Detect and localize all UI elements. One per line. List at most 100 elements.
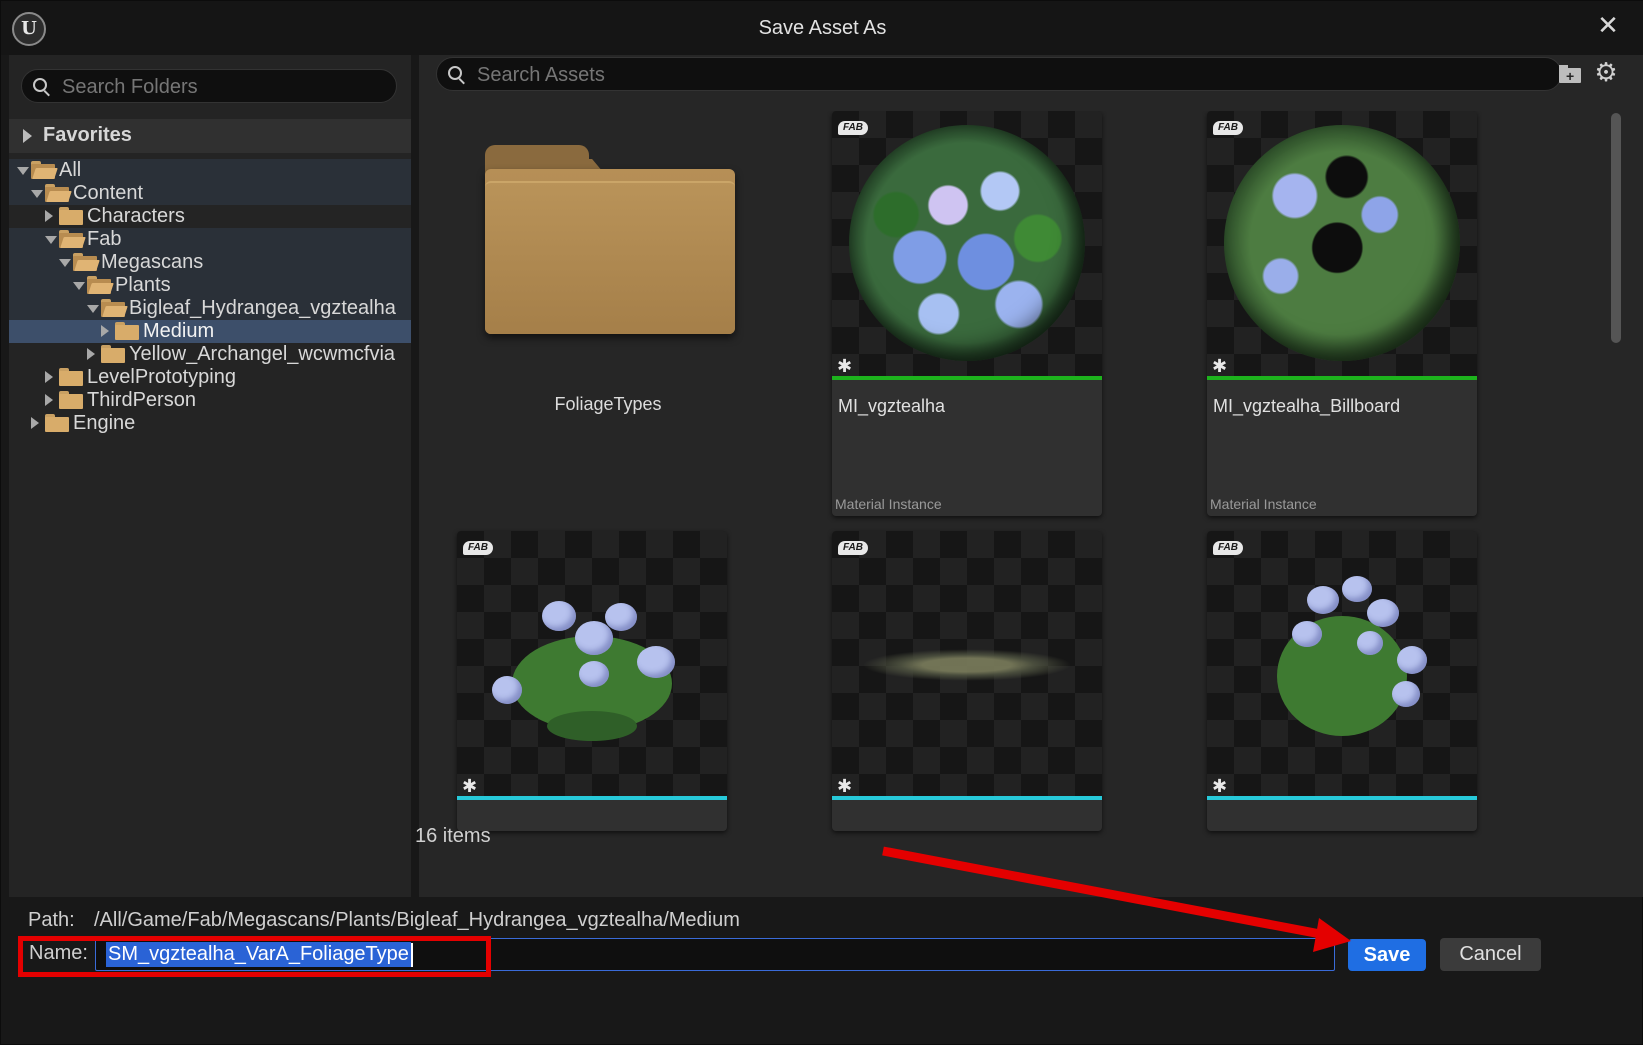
asset-type-color-strip [1207,376,1477,380]
chevron-down-icon[interactable] [59,259,71,267]
folder-icon [59,391,83,409]
folder-icon [45,414,69,432]
folder-search-input[interactable] [62,74,382,100]
asset-panel: + ⚙ FoliageTypes FAB ✱ MI_vgztealha Mate… [415,55,1643,897]
hydrangea-bush-preview [457,531,727,796]
asset-search-input[interactable] [477,62,1537,88]
asset-thumbnail: FAB ✱ [832,111,1102,376]
folder-icon [485,145,735,334]
search-icon [448,66,466,85]
asset-type-color-strip [832,796,1102,800]
asset-name: MI_vgztealha_Billboard [1213,396,1401,416]
asset-tile[interactable]: FAB ✱ MI_vgztealha_Billboard Material In… [1207,111,1477,516]
close-icon[interactable]: ✕ [1594,11,1622,39]
tree-item-label: Megascans [101,251,204,273]
asset-tile[interactable]: FAB ✱ MI_vgztealha Material Instance [832,111,1102,516]
add-folder-icon[interactable]: + [1558,63,1584,85]
folder-tile[interactable]: FoliageTypes [473,111,743,516]
open-folder-icon [87,276,114,294]
tree-item-label: All [59,159,82,181]
folder-panel: Favorites AllContentCharactersFabMegasca… [9,55,411,897]
expand-arrow-icon[interactable] [23,129,32,143]
chevron-down-icon[interactable] [73,282,85,290]
ground-cover-preview [862,649,1072,681]
asset-tile[interactable]: FAB ✱ [832,531,1102,831]
material-sphere-preview [849,125,1085,361]
folder-icon [59,368,83,386]
asset-thumbnail: FAB ✱ [1207,111,1477,376]
chevron-right-icon[interactable] [31,417,39,429]
title-bar: U Save Asset As ✕ [1,1,1643,55]
settings-gear-icon[interactable]: ⚙ [1593,59,1619,85]
tree-item[interactable]: Megascans [9,251,411,274]
asset-search-box[interactable] [436,57,1562,91]
chevron-right-icon[interactable] [45,210,53,222]
tree-item[interactable]: Engine [9,412,411,435]
tree-item[interactable]: Content [9,182,411,205]
tree-item[interactable]: ThirdPerson [9,389,411,412]
open-folder-icon [73,253,100,271]
save-asset-dialog: U Save Asset As ✕ Favorites AllContentCh… [0,0,1643,1045]
asset-type-label: Material Instance [1210,496,1317,512]
tree-item[interactable]: LevelPrototyping [9,366,411,389]
chevron-down-icon[interactable] [87,305,99,313]
dialog-title: Save Asset As [758,17,887,39]
asterisk-icon: ✱ [1212,776,1228,796]
chevron-down-icon[interactable] [17,167,29,175]
asset-tile[interactable]: FAB ✱ [1207,531,1477,831]
asset-thumbnail: FAB ✱ [1207,531,1477,796]
tree-item-label: Fab [87,228,122,250]
asterisk-icon: ✱ [1212,356,1228,376]
asset-type-color-strip [457,796,727,800]
tree-item[interactable]: All [9,159,411,182]
tree-item[interactable]: Yellow_Archangel_wcwmcfvia [9,343,411,366]
fab-badge-icon: FAB [838,121,868,135]
chevron-right-icon[interactable] [87,348,95,360]
tree-item-label: LevelPrototyping [87,366,236,388]
hydrangea-bush-preview [1207,531,1477,796]
tree-item[interactable]: Medium [9,320,411,343]
asset-name: MI_vgztealha [838,396,946,416]
open-folder-icon [59,230,86,248]
chevron-down-icon[interactable] [31,190,43,198]
open-folder-icon [31,161,58,179]
tree-item-label: Bigleaf_Hydrangea_vgztealha [129,297,396,319]
tree-item-label: Content [73,182,144,204]
search-icon [33,78,51,97]
asset-name-input-value[interactable]: SM_vgztealha_VarA_FoliageType [106,942,411,967]
chevron-right-icon[interactable] [45,371,53,383]
asset-type-label: Material Instance [835,496,942,512]
cancel-button[interactable]: Cancel [1440,938,1541,971]
open-folder-icon [101,299,128,317]
favorites-section[interactable]: Favorites [9,119,411,153]
item-count: 16 items [415,825,491,847]
name-label: Name: [29,942,88,964]
asterisk-icon: ✱ [837,356,853,376]
chevron-right-icon[interactable] [45,394,53,406]
tree-item-label: Plants [115,274,171,296]
chevron-right-icon[interactable] [101,325,109,337]
tree-item[interactable]: Bigleaf_Hydrangea_vgztealha [9,297,411,320]
tree-item[interactable]: Characters [9,205,411,228]
asset-tile[interactable]: FAB ✱ [457,531,727,831]
folder-tile-name: FoliageTypes [554,394,662,414]
folder-icon [115,322,139,340]
folder-search-box[interactable] [21,69,397,103]
asset-grid-scrollbar[interactable] [1611,113,1621,343]
asset-thumbnail: FAB ✱ [457,531,727,796]
fab-badge-icon: FAB [1213,121,1243,135]
tree-item-label: Characters [87,205,185,227]
open-folder-icon [45,184,72,202]
tree-item-label: ThirdPerson [87,389,196,411]
tree-item-label: Engine [73,412,136,434]
tree-item[interactable]: Fab [9,228,411,251]
chevron-down-icon[interactable] [45,236,57,244]
asterisk-icon: ✱ [462,776,478,796]
path-value: /All/Game/Fab/Megascans/Plants/Bigleaf_H… [94,909,740,931]
asset-type-color-strip [1207,796,1477,800]
folder-icon [59,207,83,225]
save-button[interactable]: Save [1348,939,1426,971]
material-sphere-preview [1224,125,1460,361]
tree-item[interactable]: Plants [9,274,411,297]
asset-name-input[interactable]: SM_vgztealha_VarA_FoliageType [95,938,1335,971]
